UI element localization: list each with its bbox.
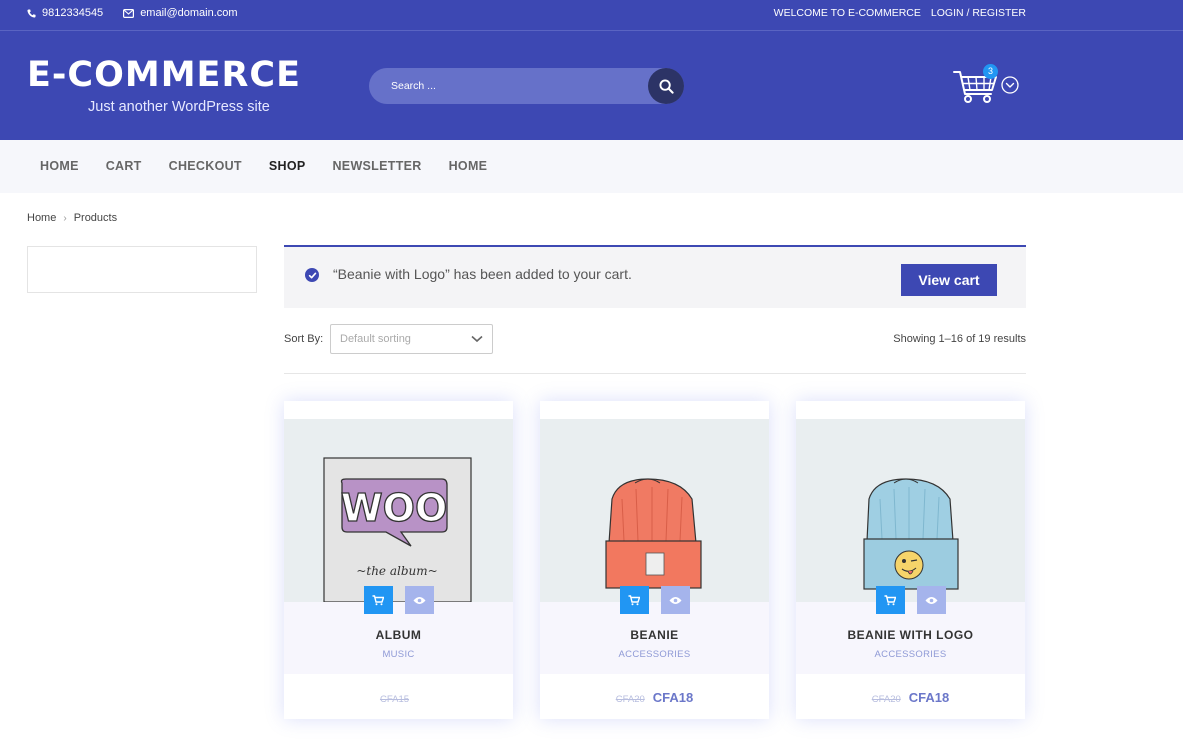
breadcrumb-current: Products	[73, 212, 118, 224]
old-price: CFA20	[871, 694, 901, 705]
nav-item-checkout[interactable]: CHECKOUT	[169, 159, 242, 173]
cart-count-badge: 3	[983, 64, 998, 79]
sale-price: CFA18	[652, 690, 694, 705]
view-cart-button[interactable]: View cart	[901, 264, 997, 296]
login-register-link[interactable]: LOGIN / REGISTER	[931, 7, 1026, 19]
email-contact: email@domain.com	[123, 7, 238, 19]
welcome-text: WELCOME TO E-COMMERCE	[773, 7, 921, 19]
nav-item-home[interactable]: HOME	[40, 159, 79, 173]
product-name[interactable]: ALBUM	[284, 628, 513, 642]
sale-price: CFA18	[908, 690, 950, 705]
product-price: CFA15	[284, 690, 513, 705]
product-card-album[interactable]: WOO ~the album~ ALBUM MUSIC CFA15	[284, 401, 513, 719]
site-tagline: Just another WordPress site	[88, 99, 270, 115]
breadcrumb-home[interactable]: Home	[27, 212, 56, 224]
chevron-right-icon: ›	[63, 212, 67, 224]
topbar-links: WELCOME TO E-COMMERCE LOGIN / REGISTER	[774, 7, 1026, 19]
search-button[interactable]	[648, 68, 684, 104]
nav-item-home-2[interactable]: HOME	[449, 159, 488, 173]
product-category[interactable]: ACCESSORIES	[540, 649, 769, 660]
quick-view-button[interactable]	[404, 586, 434, 614]
site-title[interactable]: E-COMMERCE	[27, 55, 301, 95]
old-price: CFA20	[615, 694, 645, 705]
sidebar-widget	[27, 246, 257, 293]
divider	[284, 373, 1026, 374]
product-image-beanie-with-logo[interactable]	[796, 419, 1025, 602]
chevron-down-icon	[471, 335, 483, 343]
product-category[interactable]: MUSIC	[284, 649, 513, 660]
header-cart[interactable]: 3	[953, 64, 1023, 104]
product-actions	[540, 586, 769, 614]
product-actions	[796, 586, 1025, 614]
site-header: E-COMMERCE Just another WordPress site 3	[0, 31, 1183, 140]
nav-item-newsletter[interactable]: NEWSLETTER	[332, 159, 421, 173]
cart-icon	[628, 594, 640, 605]
added-to-cart-notice: “Beanie with Logo” has been added to you…	[284, 245, 1026, 308]
search-input[interactable]	[369, 68, 649, 104]
email-address: email@domain.com	[140, 7, 238, 19]
add-to-cart-button[interactable]	[875, 586, 905, 614]
album-subtitle: ~the album~	[356, 564, 437, 578]
breadcrumb: Home › Products	[27, 212, 117, 224]
product-image-album[interactable]: WOO ~the album~	[284, 419, 513, 602]
contact-info: 9812334545 email@domain.com	[27, 7, 238, 19]
product-name[interactable]: BEANIE WITH LOGO	[796, 628, 1025, 642]
nav-item-shop[interactable]: SHOP	[269, 159, 306, 173]
product-price: CFA20 CFA18	[796, 690, 1025, 705]
phone-contact: 9812334545	[27, 7, 103, 19]
cart-icon	[372, 594, 384, 605]
top-bar: 9812334545 email@domain.com WELCOME TO E…	[0, 0, 1183, 31]
sort-select-value: Default sorting	[340, 333, 411, 345]
search-icon	[658, 78, 674, 94]
product-category[interactable]: ACCESSORIES	[796, 649, 1025, 660]
eye-icon	[669, 596, 681, 604]
nav-item-cart[interactable]: CART	[106, 159, 142, 173]
envelope-icon	[123, 8, 135, 18]
old-price: CFA15	[379, 694, 410, 705]
add-to-cart-button[interactable]	[363, 586, 393, 614]
site-logo[interactable]: E-COMMERCE Just another WordPress site	[27, 55, 301, 115]
phone-number: 9812334545	[42, 7, 104, 19]
product-actions	[284, 586, 513, 614]
quick-view-button[interactable]	[916, 586, 946, 614]
product-name[interactable]: BEANIE	[540, 628, 769, 642]
quick-view-button[interactable]	[660, 586, 690, 614]
product-card-beanie[interactable]: BEANIE ACCESSORIES CFA20 CFA18	[540, 401, 769, 719]
main-navigation: HOME CART CHECKOUT SHOP NEWSLETTER HOME	[0, 140, 1183, 193]
phone-icon	[27, 8, 36, 18]
eye-icon	[925, 596, 937, 604]
product-card-beanie-with-logo[interactable]: BEANIE WITH LOGO ACCESSORIES CFA20 CFA18	[796, 401, 1025, 719]
product-image-beanie[interactable]	[540, 419, 769, 602]
chevron-down-circle-icon[interactable]	[1001, 76, 1019, 94]
add-to-cart-button[interactable]	[619, 586, 649, 614]
sort-select[interactable]: Default sorting	[330, 324, 493, 354]
notice-message: “Beanie with Logo” has been added to you…	[333, 266, 632, 282]
product-price: CFA20 CFA18	[540, 690, 769, 705]
check-circle-icon	[305, 268, 319, 282]
sort-label: Sort By:	[284, 333, 324, 345]
eye-icon	[413, 596, 425, 604]
cart-icon	[884, 594, 896, 605]
album-logo-text: WOO	[341, 486, 448, 530]
results-count: Showing 1–16 of 19 results	[893, 333, 1026, 345]
search-bar	[369, 68, 684, 104]
